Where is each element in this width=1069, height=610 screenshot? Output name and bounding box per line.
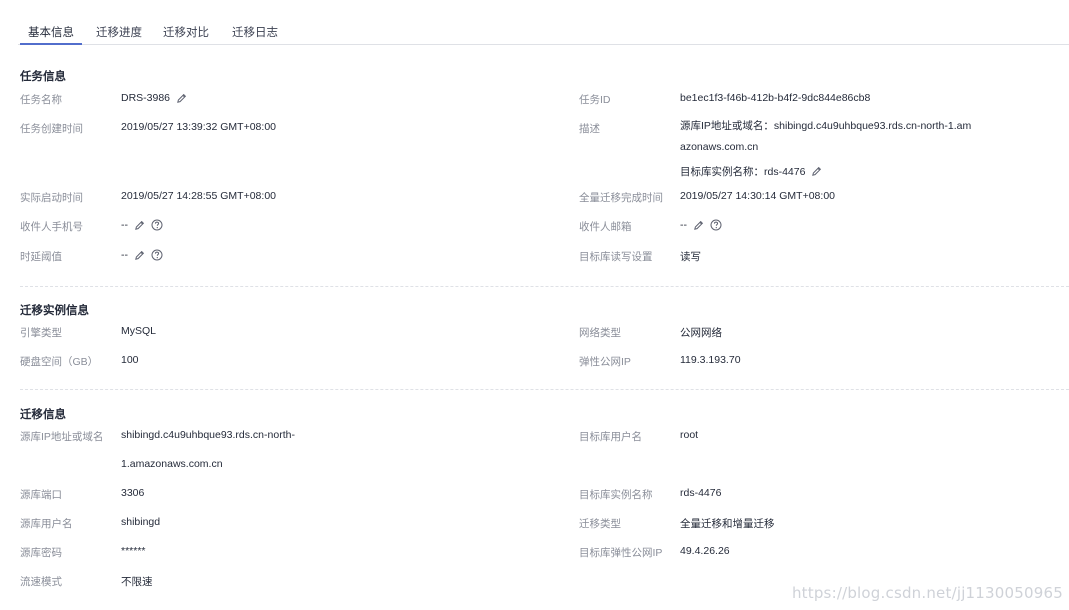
src-port-label: 源库端口 [20,489,62,501]
question-circle-icon[interactable] [151,249,163,261]
section-title-instance-info: 迁移实例信息 [20,305,89,317]
src-user-label: 源库用户名 [20,518,73,530]
phone-value: -- [121,219,163,231]
pencil-icon[interactable] [693,220,704,231]
task-name-text: DRS-3986 [121,92,171,104]
started-value: 2019/05/27 14:28:55 GMT+08:00 [121,190,276,202]
eip-value: 119.3.193.70 [680,354,741,366]
delay-label: 时延阈值 [20,251,62,263]
src-host-label: 源库IP地址或域名 [20,431,104,443]
speed-label: 流速模式 [20,576,62,588]
phone-text: -- [121,219,128,231]
engine-value: MySQL [121,325,157,337]
desc-line-2: azonaws.com.cn [680,141,759,153]
section-divider [20,286,1069,287]
full-done-label: 全量迁移完成时间 [579,192,663,204]
rw-label: 目标库读写设置 [579,251,653,263]
task-name-value: DRS-3986 [121,92,187,104]
desc-label: 描述 [579,123,600,135]
created-value: 2019/05/27 13:39:32 GMT+08:00 [121,121,276,133]
tab-compare[interactable]: 迁移对比 [163,24,209,45]
network-label: 网络类型 [579,327,621,339]
eip-label: 弹性公网IP [579,356,631,368]
pencil-icon[interactable] [134,220,145,231]
tab-progress[interactable]: 迁移进度 [96,24,142,45]
watermark: https://blog.csdn.net/jj1130050965 [791,584,1063,602]
src-pwd-value: ****** [121,545,146,557]
question-circle-icon[interactable] [151,219,163,231]
task-name-label: 任务名称 [20,94,62,106]
full-done-value: 2019/05/27 14:30:14 GMT+08:00 [680,190,835,202]
delay-value: -- [121,249,163,261]
tab-bar: 基本信息 迁移进度 迁移对比 迁移日志 [18,0,1069,45]
delay-text: -- [121,249,128,261]
src-host-line-1: shibingd.c4u9uhbque93.rds.cn-north- [121,429,295,441]
section-title-migration-info: 迁移信息 [20,409,66,421]
dst-user-label: 目标库用户名 [579,431,642,443]
pencil-icon[interactable] [811,166,822,177]
started-label: 实际启动时间 [20,192,83,204]
mig-type-label: 迁移类型 [579,518,621,530]
desc-line-1: 源库IP地址或域名：shibingd.c4u9uhbque93.rds.cn-n… [680,120,972,132]
pencil-icon[interactable] [176,93,187,104]
disk-value: 100 [121,354,139,366]
network-value: 公网网络 [680,327,722,339]
created-label: 任务创建时间 [20,123,83,135]
src-pwd-label: 源库密码 [20,547,62,559]
tab-logs[interactable]: 迁移日志 [232,24,278,45]
email-label: 收件人邮箱 [579,221,632,233]
dst-instance-label: 目标库实例名称 [579,489,653,501]
mig-type-value: 全量迁移和增量迁移 [680,518,775,530]
desc-line-3-text: 目标库实例名称：rds-4476 [680,166,806,178]
email-value: -- [680,219,722,231]
pencil-icon[interactable] [134,250,145,261]
phone-label: 收件人手机号 [20,221,83,233]
task-id-label: 任务ID [579,94,611,106]
rw-value: 读写 [680,251,701,263]
src-host-line-2: 1.amazonaws.com.cn [121,458,223,470]
tab-basic-info[interactable]: 基本信息 [20,24,82,45]
src-user-value: shibingd [121,516,161,528]
question-circle-icon[interactable] [710,219,722,231]
email-text: -- [680,219,687,231]
desc-line-3: 目标库实例名称：rds-4476 [680,164,822,179]
dst-eip-label: 目标库弹性公网IP [579,547,663,559]
dst-user-value: root [680,429,699,441]
disk-label: 硬盘空间（GB） [20,356,99,368]
section-divider [20,389,1069,390]
engine-label: 引擎类型 [20,327,62,339]
src-port-value: 3306 [121,487,145,499]
section-title-task-info: 任务信息 [20,71,66,83]
dst-eip-value: 49.4.26.26 [680,545,730,557]
speed-value: 不限速 [121,576,153,588]
task-id-value: be1ec1f3-f46b-412b-b4f2-9dc844e86cb8 [680,92,871,104]
dst-instance-value: rds-4476 [680,487,722,499]
